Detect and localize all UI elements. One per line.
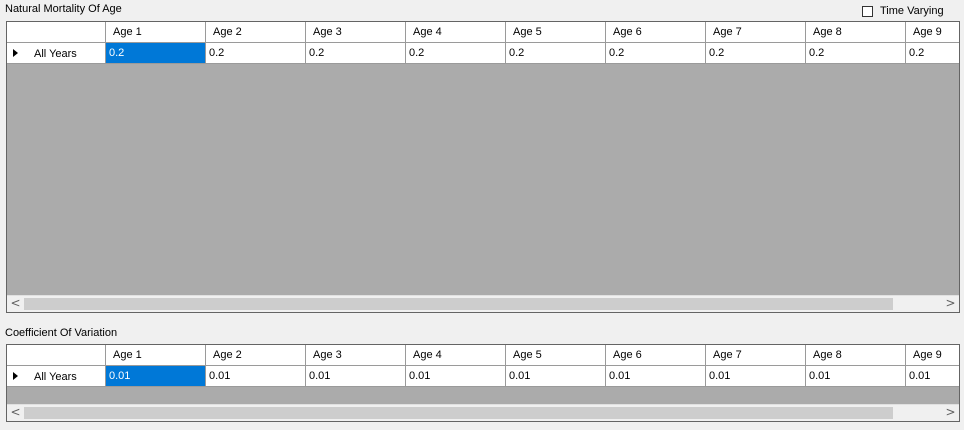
coefficient-of-variation-grid[interactable]: Age 1 Age 2 Age 3 Age 4 Age 5 Age 6 Age … bbox=[6, 344, 960, 422]
cell-age-2[interactable]: 0.01 bbox=[206, 366, 306, 387]
scroll-right-icon[interactable]: > bbox=[942, 405, 959, 421]
column-header-age-6[interactable]: Age 6 bbox=[606, 345, 706, 366]
column-header-age-8[interactable]: Age 8 bbox=[806, 22, 906, 43]
column-header-age-1[interactable]: Age 1 bbox=[106, 345, 206, 366]
column-header-age-2[interactable]: Age 2 bbox=[206, 345, 306, 366]
grid-corner bbox=[7, 345, 106, 366]
natural-mortality-title: Natural Mortality Of Age bbox=[5, 3, 122, 15]
triangle-right-icon bbox=[13, 372, 18, 380]
horizontal-scrollbar[interactable]: < > bbox=[7, 295, 959, 312]
table-row[interactable]: All Years 0.2 0.2 0.2 0.2 0.2 0.2 0.2 0.… bbox=[7, 43, 959, 64]
cell-age-2[interactable]: 0.2 bbox=[206, 43, 306, 64]
cell-age-6[interactable]: 0.01 bbox=[606, 366, 706, 387]
column-header-age-7[interactable]: Age 7 bbox=[706, 22, 806, 43]
scroll-left-icon[interactable]: < bbox=[7, 405, 24, 421]
grid-header-row: Age 1 Age 2 Age 3 Age 4 Age 5 Age 6 Age … bbox=[7, 345, 959, 366]
table-row[interactable]: All Years 0.01 0.01 0.01 0.01 0.01 0.01 … bbox=[7, 366, 959, 387]
row-header[interactable]: All Years bbox=[7, 43, 106, 64]
cell-age-8[interactable]: 0.01 bbox=[806, 366, 906, 387]
cell-age-8[interactable]: 0.2 bbox=[806, 43, 906, 64]
time-varying-checkbox[interactable]: Time Varying bbox=[862, 4, 944, 18]
time-varying-label: Time Varying bbox=[880, 5, 944, 17]
scroll-right-icon[interactable]: > bbox=[942, 296, 959, 312]
horizontal-scrollbar[interactable]: < > bbox=[7, 404, 959, 421]
scroll-thumb[interactable] bbox=[24, 407, 893, 419]
triangle-right-icon bbox=[13, 49, 18, 57]
column-header-age-2[interactable]: Age 2 bbox=[206, 22, 306, 43]
cell-age-3[interactable]: 0.01 bbox=[306, 366, 406, 387]
row-header[interactable]: All Years bbox=[7, 366, 106, 387]
scroll-thumb[interactable] bbox=[24, 298, 893, 310]
column-header-age-5[interactable]: Age 5 bbox=[506, 345, 606, 366]
grid-corner bbox=[7, 22, 106, 43]
column-header-age-9[interactable]: Age 9 bbox=[906, 345, 959, 366]
column-header-age-4[interactable]: Age 4 bbox=[406, 345, 506, 366]
column-header-age-9[interactable]: Age 9 bbox=[906, 22, 959, 43]
cell-age-4[interactable]: 0.2 bbox=[406, 43, 506, 64]
row-label: All Years bbox=[34, 371, 77, 383]
coefficient-of-variation-title: Coefficient Of Variation bbox=[5, 327, 118, 339]
column-header-age-1[interactable]: Age 1 bbox=[106, 22, 206, 43]
cell-age-3[interactable]: 0.2 bbox=[306, 43, 406, 64]
cell-age-7[interactable]: 0.01 bbox=[706, 366, 806, 387]
scroll-left-icon[interactable]: < bbox=[7, 296, 24, 312]
column-header-age-3[interactable]: Age 3 bbox=[306, 345, 406, 366]
row-label: All Years bbox=[34, 48, 77, 60]
cell-age-5[interactable]: 0.2 bbox=[506, 43, 606, 64]
column-header-age-5[interactable]: Age 5 bbox=[506, 22, 606, 43]
column-header-age-8[interactable]: Age 8 bbox=[806, 345, 906, 366]
natural-mortality-grid[interactable]: Age 1 Age 2 Age 3 Age 4 Age 5 Age 6 Age … bbox=[6, 21, 960, 313]
cell-age-9[interactable]: 0.2 bbox=[906, 43, 959, 64]
column-header-age-6[interactable]: Age 6 bbox=[606, 22, 706, 43]
cell-age-1[interactable]: 0.2 bbox=[106, 43, 206, 64]
column-header-age-7[interactable]: Age 7 bbox=[706, 345, 806, 366]
cell-age-9[interactable]: 0.01 bbox=[906, 366, 959, 387]
cell-age-1[interactable]: 0.01 bbox=[106, 366, 206, 387]
column-header-age-4[interactable]: Age 4 bbox=[406, 22, 506, 43]
column-header-age-3[interactable]: Age 3 bbox=[306, 22, 406, 43]
cell-age-5[interactable]: 0.01 bbox=[506, 366, 606, 387]
cell-age-7[interactable]: 0.2 bbox=[706, 43, 806, 64]
checkbox-box[interactable] bbox=[862, 5, 873, 17]
grid-header-row: Age 1 Age 2 Age 3 Age 4 Age 5 Age 6 Age … bbox=[7, 22, 959, 43]
cell-age-6[interactable]: 0.2 bbox=[606, 43, 706, 64]
cell-age-4[interactable]: 0.01 bbox=[406, 366, 506, 387]
